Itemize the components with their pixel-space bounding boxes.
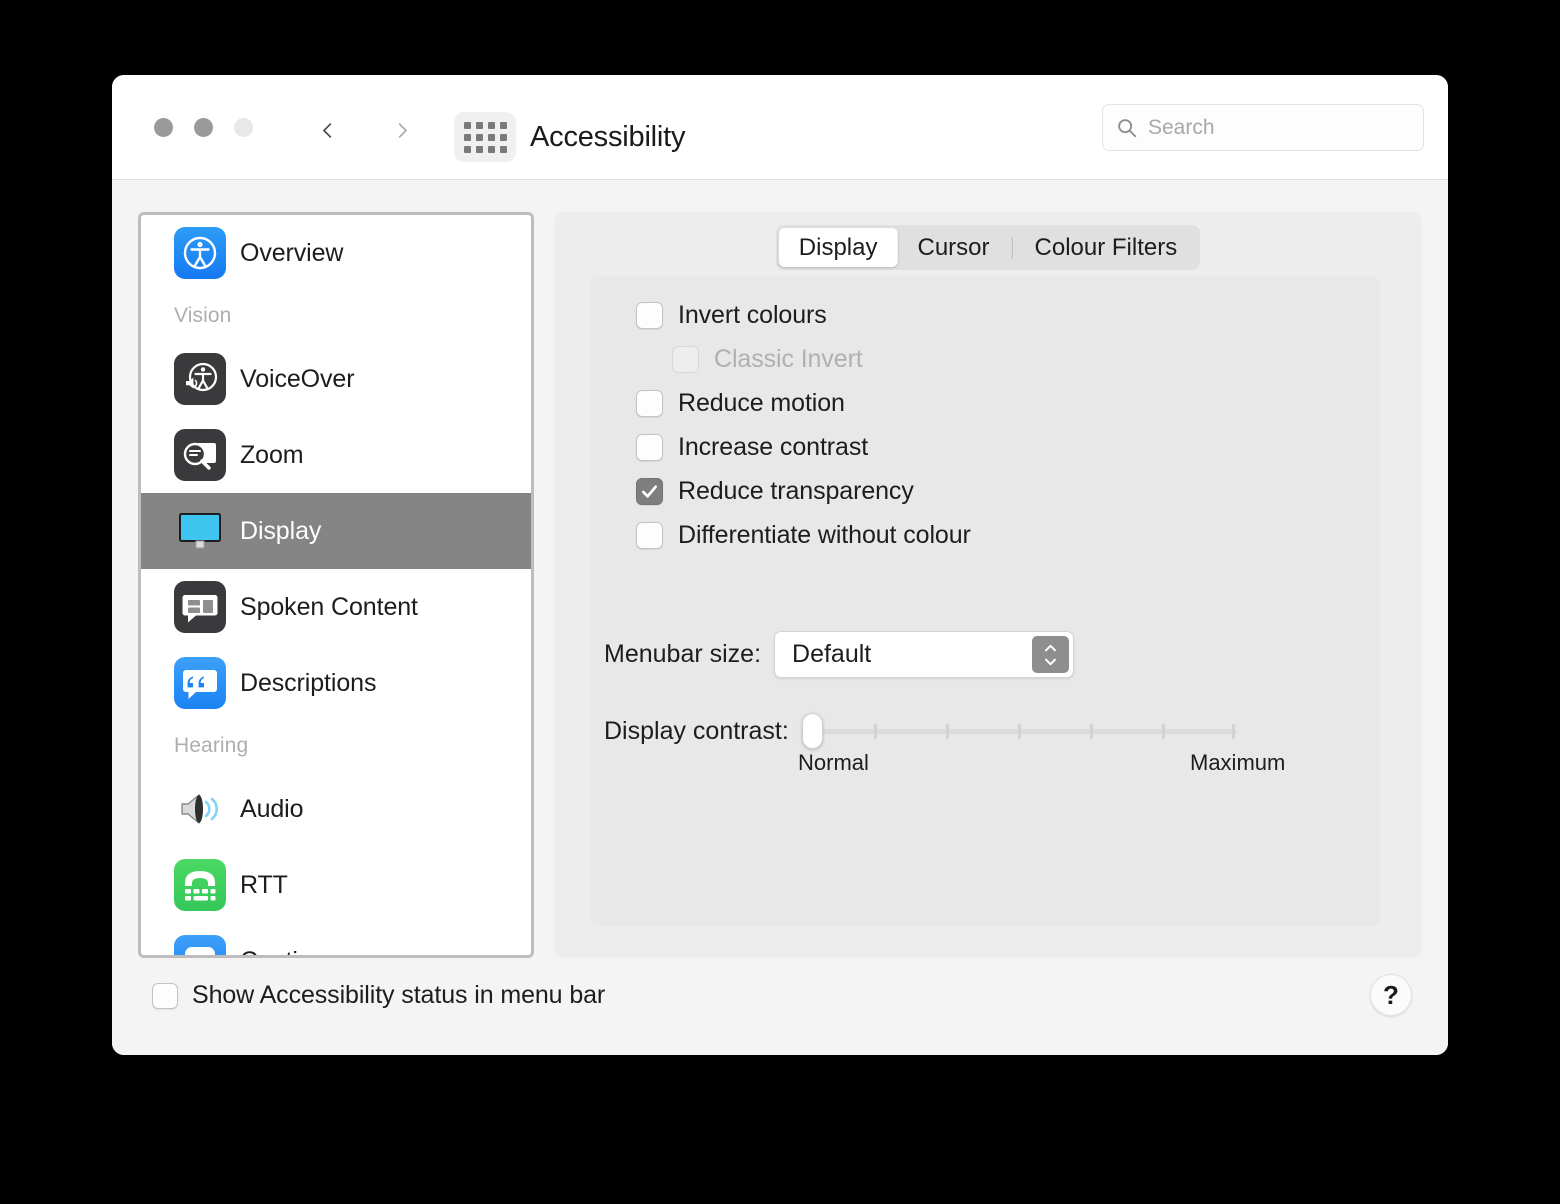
search-placeholder: Search [1148, 115, 1215, 139]
checkbox-box[interactable] [636, 522, 663, 549]
sidebar-item-captions[interactable]: Captions [141, 923, 531, 956]
checkbox-box[interactable] [636, 434, 663, 461]
sidebar-group-hearing: Hearing [174, 734, 249, 757]
sidebar-item-label: Descriptions [240, 668, 377, 697]
slider-min-label: Normal [798, 750, 869, 775]
slider-tick [945, 724, 949, 739]
show-status-in-menu-bar-row[interactable]: Show Accessibility status in menu bar [152, 981, 605, 1010]
sidebar-item-rtt[interactable]: RTT [141, 847, 531, 923]
checkbox-classic-invert: Classic Invert [672, 345, 863, 374]
slider-max-label: Maximum [1190, 750, 1286, 775]
window-toolbar: Accessibility Search [112, 75, 1448, 180]
sidebar-item-zoom[interactable]: Zoom [141, 417, 531, 493]
checkbox-box[interactable] [636, 390, 663, 417]
captions-icon [174, 935, 226, 955]
checkbox-box[interactable] [152, 982, 178, 1009]
checkmark-icon [641, 485, 658, 498]
checkbox-box[interactable] [636, 302, 663, 329]
speaker-icon [174, 783, 226, 835]
sidebar-item-display[interactable]: Display [141, 493, 531, 569]
sidebar-item-label: Zoom [240, 440, 304, 469]
accessibility-icon [174, 227, 226, 279]
window-body: Overview Vision VoiceOver Zoom Display S… [112, 180, 1448, 1055]
maximise-window-button[interactable] [234, 118, 253, 137]
display-options-group: Invert colours Classic Invert Reduce mot… [590, 276, 1380, 926]
slider-tick [1161, 724, 1165, 739]
sidebar-item-label: Audio [240, 794, 304, 823]
preferences-window: Accessibility Search Overview Vision Voi… [112, 75, 1448, 1055]
checkbox-label: Differentiate without colour [678, 521, 971, 549]
accessibility-glyph [183, 236, 217, 270]
help-label: ? [1383, 979, 1399, 1010]
sidebar-item-label: RTT [240, 870, 288, 899]
checkbox-box [672, 346, 699, 373]
checkbox-label: Reduce transparency [678, 477, 914, 505]
slider-tick [1231, 724, 1235, 739]
sidebar-item-audio[interactable]: Audio [141, 771, 531, 847]
back-button[interactable] [312, 113, 342, 147]
checkbox-label: Increase contrast [678, 433, 869, 461]
chevron-updown-icon[interactable] [1032, 636, 1070, 673]
menubar-size-label: Menubar size: [604, 640, 762, 668]
slider-tick [1017, 724, 1021, 739]
speech-bubble-icon [174, 581, 226, 633]
quote-bubble-icon [174, 657, 226, 709]
slider-thumb[interactable] [801, 713, 823, 749]
sidebar-group-vision: Vision [174, 304, 232, 327]
accessibility-feature-list[interactable]: Overview Vision VoiceOver Zoom Display S… [138, 212, 534, 958]
tab-colour-filters[interactable]: Colour Filters [1015, 228, 1198, 267]
tab-separator [1011, 236, 1013, 259]
menubar-size-row: Menubar size: Default [604, 631, 1075, 678]
grid-icon [463, 121, 507, 153]
sidebar-item-spoken-content[interactable]: Spoken Content [141, 569, 531, 645]
tab-display[interactable]: Display [778, 228, 898, 267]
traffic-light-group [154, 118, 253, 137]
checkbox-increase-contrast[interactable]: Increase contrast [636, 433, 868, 462]
settings-tab-bar[interactable]: Display Cursor Colour Filters [775, 225, 1201, 270]
sidebar-item-overview[interactable]: Overview [141, 215, 531, 291]
sidebar-item-label: Overview [240, 238, 344, 267]
display-monitor-icon [174, 505, 226, 557]
zoom-magnifier-icon [174, 429, 226, 481]
close-window-button[interactable] [154, 118, 173, 137]
checkbox-reduce-motion[interactable]: Reduce motion [636, 389, 845, 418]
checkbox-differentiate-without-colour[interactable]: Differentiate without colour [636, 521, 971, 550]
checkbox-box[interactable] [636, 478, 663, 505]
page-title: Accessibility [530, 121, 686, 153]
checkbox-label: Reduce motion [678, 389, 845, 417]
checkbox-invert-colours[interactable]: Invert colours [636, 301, 827, 330]
sidebar-item-label: VoiceOver [240, 364, 355, 393]
minimise-window-button[interactable] [194, 118, 213, 137]
sidebar-item-voiceover[interactable]: VoiceOver [141, 341, 531, 417]
display-contrast-slider[interactable] [801, 711, 1237, 751]
help-button[interactable]: ? [1370, 974, 1412, 1016]
show-all-preferences-button[interactable] [454, 112, 516, 162]
chevron-right-icon [398, 122, 407, 138]
checkbox-label: Invert colours [678, 301, 827, 329]
display-contrast-label: Display contrast: [604, 716, 789, 745]
sidebar-item-label: Spoken Content [240, 592, 418, 621]
checkbox-label: Classic Invert [714, 345, 863, 373]
chevron-left-icon [322, 122, 331, 138]
menubar-size-value: Default [792, 640, 872, 668]
tab-cursor[interactable]: Cursor [897, 228, 1009, 267]
display-settings-panel: Display Cursor Colour Filters Invert col… [554, 212, 1422, 958]
checkbox-reduce-transparency[interactable]: Reduce transparency [636, 477, 914, 506]
checkbox-label: Show Accessibility status in menu bar [192, 981, 606, 1009]
menubar-size-select[interactable]: Default [774, 631, 1075, 678]
slider-tick [873, 724, 877, 739]
search-icon [1118, 118, 1137, 137]
sidebar-item-descriptions[interactable]: Descriptions [141, 645, 531, 721]
search-field[interactable]: Search [1102, 104, 1424, 151]
display-contrast-row: Display contrast: [604, 711, 1237, 751]
telephone-icon [174, 859, 226, 911]
slider-tick [1089, 724, 1093, 739]
voiceover-icon [174, 353, 226, 405]
sidebar-item-label: Captions [240, 947, 338, 956]
forward-button[interactable] [387, 113, 417, 147]
sidebar-item-label: Display [240, 516, 322, 545]
